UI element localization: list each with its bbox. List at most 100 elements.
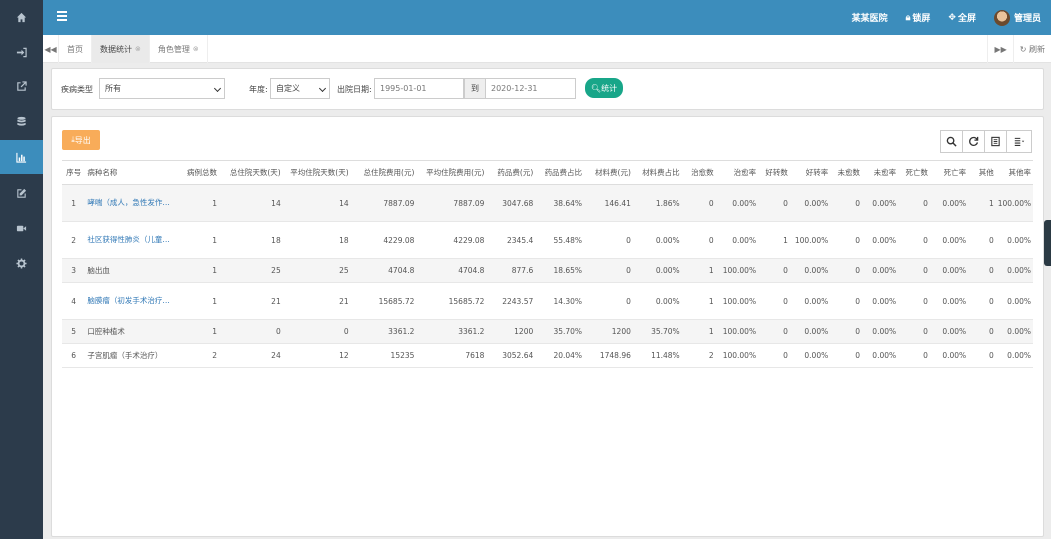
scrollbar[interactable] xyxy=(1044,220,1051,266)
table-cell: 21 xyxy=(282,282,351,320)
tab-data-statistics[interactable]: 数据统计 ⊗ xyxy=(92,35,150,63)
table-cell: 35.70% xyxy=(535,319,585,344)
video-icon[interactable] xyxy=(0,211,43,245)
table-row[interactable]: 2 社区获得性肺炎（儿童… 1 18 18 4229.08 4229.08 2345.4 55.… xyxy=(62,221,1033,259)
disease-name-link[interactable]: 哮喘（成人，急性发作… xyxy=(85,184,175,222)
table-cell: 0 xyxy=(898,282,930,320)
tab-scroll-right-icon[interactable]: ▶▶ xyxy=(987,35,1012,63)
edit-icon[interactable] xyxy=(0,176,43,210)
tab-role-management[interactable]: 角色管理 ⊗ xyxy=(150,35,208,63)
column-header[interactable]: 死亡率 xyxy=(929,160,969,185)
column-header[interactable]: 治愈数 xyxy=(681,160,716,185)
year-select[interactable]: 自定义 xyxy=(270,78,330,99)
table-cell: 0 xyxy=(898,221,930,259)
user-menu[interactable]: 管理员 xyxy=(993,9,1041,26)
statistics-label: 统计 xyxy=(601,83,618,93)
table-cell: 4229.08 xyxy=(350,221,417,259)
column-header[interactable]: 总住院费用(元) xyxy=(350,160,417,185)
statistics-table: 序号 病种名称 病例总数 总住院天数(天) 平均住院天数(天) 总住院费用(元) 平均住院费… xyxy=(62,160,1033,368)
table-cell: 1 xyxy=(758,221,790,259)
database-icon[interactable] xyxy=(0,104,43,138)
date-from-input[interactable]: 1995-01-01 xyxy=(374,78,464,99)
bar-chart-icon[interactable] xyxy=(0,140,43,174)
column-header[interactable]: 治愈率 xyxy=(715,160,759,185)
export-button[interactable]: ⤓ 导出 xyxy=(62,130,100,150)
table-cell: 3 xyxy=(62,258,86,283)
table-cell: 18.65% xyxy=(535,258,585,283)
disease-name-link[interactable]: 脑膜瘤（初发手术治疗… xyxy=(85,282,175,320)
external-link-icon[interactable] xyxy=(0,69,43,103)
table-cell: 0 xyxy=(758,343,790,368)
tab-home[interactable]: 首页 xyxy=(59,35,92,63)
column-header[interactable]: 好转率 xyxy=(789,160,831,185)
table-cell: 14 xyxy=(219,184,283,222)
column-header[interactable]: 药品费占比 xyxy=(535,160,585,185)
search-button[interactable] xyxy=(940,130,963,153)
refresh-label: 刷新 xyxy=(1029,44,1045,54)
table-row[interactable]: 6 子宫肌瘤（手术治疗） 2 24 12 15235 7618 3052.64 20.04% 17… xyxy=(62,343,1033,368)
menu-toggle-icon[interactable] xyxy=(57,11,67,23)
table-cell: 0 xyxy=(968,282,996,320)
expand-icon: ✥ xyxy=(948,12,956,23)
disease-type-select[interactable]: 所有 xyxy=(99,78,225,99)
column-header[interactable]: 药品费(元) xyxy=(486,160,536,185)
column-header[interactable]: 未愈率 xyxy=(862,160,899,185)
date-to-input[interactable]: 2020-12-31 xyxy=(485,78,576,99)
sign-in-icon[interactable] xyxy=(0,35,43,69)
fullscreen-label: 全屏 xyxy=(957,14,976,24)
column-header[interactable]: 其他 xyxy=(968,160,996,185)
table-cell: 3047.68 xyxy=(486,184,536,222)
table-cell: 0 xyxy=(898,184,930,222)
table-row[interactable]: 3 脑出血 1 25 25 4704.8 4704.8 877.6 18.65% 0 0.00% 1 1… xyxy=(62,258,1033,283)
table-cell: 0.00% xyxy=(789,258,831,283)
column-header[interactable]: 序号 xyxy=(62,160,86,185)
table-cell: 14 xyxy=(282,184,351,222)
column-header[interactable]: 其他率 xyxy=(995,160,1033,185)
disease-name-link[interactable]: 社区获得性肺炎（儿童… xyxy=(85,221,175,259)
column-header[interactable]: 好转数 xyxy=(758,160,790,185)
close-icon[interactable]: ⊗ xyxy=(193,45,199,53)
table-cell: 0 xyxy=(898,343,930,368)
table-cell: 0.00% xyxy=(929,184,969,222)
refresh-table-button[interactable] xyxy=(962,130,985,153)
avatar xyxy=(993,9,1010,26)
table-row[interactable]: 5 口腔种植术 1 0 0 3361.2 3361.2 1200 35.70% 1200 35.70… xyxy=(62,319,1033,344)
column-header[interactable]: 平均住院天数(天) xyxy=(282,160,351,185)
lock-screen-button[interactable]: 🔒︎ 锁屏 xyxy=(906,11,931,25)
column-header[interactable]: 平均住院费用(元) xyxy=(416,160,487,185)
column-header[interactable]: 总住院天数(天) xyxy=(219,160,283,185)
refresh-button[interactable]: ↻ 刷新 xyxy=(1012,35,1051,63)
column-header[interactable]: 病种名称 xyxy=(85,160,175,185)
toggle-view-button[interactable] xyxy=(984,130,1007,153)
export-label: 导出 xyxy=(74,135,91,145)
home-icon[interactable] xyxy=(0,0,43,34)
table-cell: 0.00% xyxy=(862,282,899,320)
statistics-button[interactable]: 🔍︎ 统计 xyxy=(585,78,623,98)
column-header[interactable]: 未愈数 xyxy=(830,160,863,185)
table-cell: 0.00% xyxy=(862,343,899,368)
table-row[interactable]: 1 哮喘（成人，急性发作… 1 14 14 7887.09 7887.09 3047.68 38… xyxy=(62,184,1033,222)
fullscreen-button[interactable]: ✥ 全屏 xyxy=(948,11,976,25)
column-header[interactable]: 病例总数 xyxy=(174,160,220,185)
column-header[interactable]: 死亡数 xyxy=(898,160,930,185)
column-header[interactable]: 材料费占比 xyxy=(632,160,682,185)
table-cell: 6 xyxy=(62,343,86,368)
table-cell: 0 xyxy=(968,221,996,259)
table-row[interactable]: 4 脑膜瘤（初发手术治疗… 1 21 21 15685.72 15685.72 2243.57… xyxy=(62,282,1033,320)
table-cell: 2 xyxy=(62,221,86,259)
disease-type-label: 疾病类型 xyxy=(61,85,93,94)
table-cell: 0 xyxy=(830,319,863,344)
column-header[interactable]: 材料费(元) xyxy=(584,160,633,185)
table-cell: 146.41 xyxy=(584,184,633,222)
columns-button[interactable] xyxy=(1006,130,1032,153)
sidebar xyxy=(0,0,43,539)
table-cell: 100.00% xyxy=(715,319,759,344)
close-icon[interactable]: ⊗ xyxy=(135,45,141,53)
table-cell: 100.00% xyxy=(715,258,759,283)
refresh-icon xyxy=(969,136,979,146)
table-cell: 0 xyxy=(758,319,790,344)
table-cell: 0.00% xyxy=(632,221,682,259)
tab-scroll-left-icon[interactable]: ◀◀ xyxy=(43,35,59,63)
table-cell: 2 xyxy=(174,343,220,368)
gear-icon[interactable] xyxy=(0,246,43,280)
